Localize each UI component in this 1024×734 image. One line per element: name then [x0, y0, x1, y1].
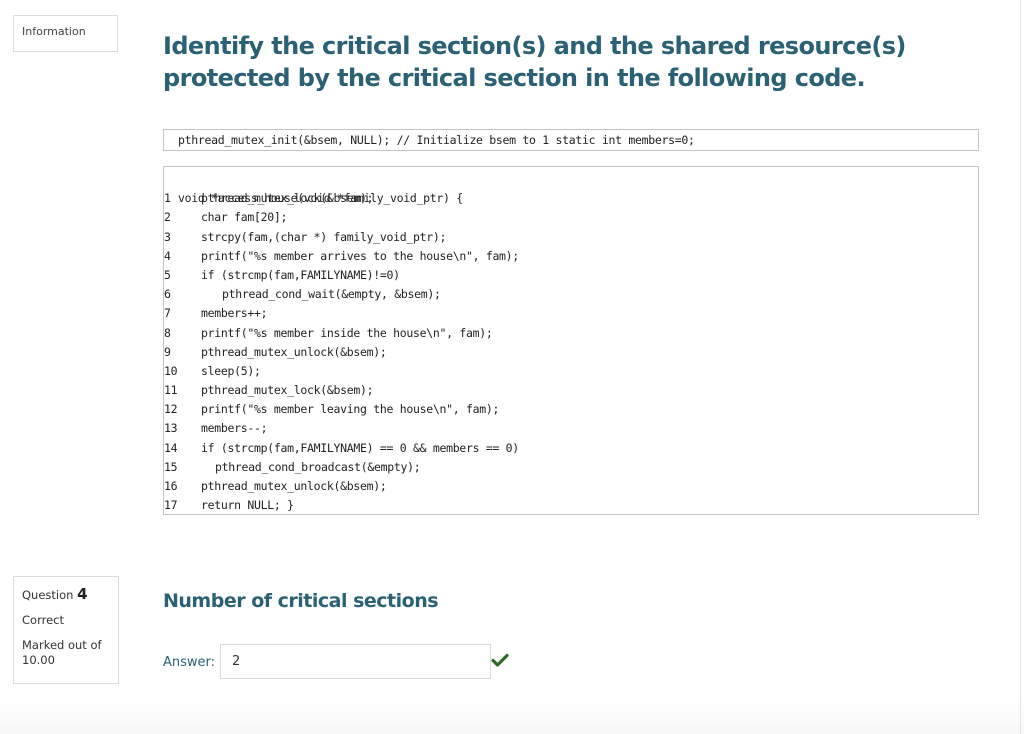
code-line: 11 pthread_mutex_lock(&bsem); — [164, 381, 978, 400]
line-number: 10 — [164, 363, 178, 378]
code-line: 12 printf("%s member leaving the house\n"… — [164, 400, 978, 419]
code-listing: void *access_house(void *family_void_ptr… — [163, 166, 979, 515]
code-header-row: void *access_house(void *family_void_ptr… — [164, 170, 978, 205]
line-number: 6 — [164, 287, 171, 302]
code-line: 8 printf("%s member inside the house\n", … — [164, 324, 978, 343]
line-number: 9 — [164, 344, 171, 359]
code-text: members--; — [201, 421, 268, 436]
check-icon — [491, 653, 509, 667]
code-line: 10 sleep(5); — [164, 362, 978, 381]
code-line: 1 pthread_mutex_lock(&bsem); — [164, 189, 978, 208]
code-text: pthread_mutex_unlock(&bsem); — [201, 344, 387, 359]
line-number: 12 — [164, 402, 178, 417]
code-text: strcpy(fam,(char *) family_void_ptr); — [201, 229, 447, 244]
code-text: if (strcmp(fam,FAMILYNAME) == 0 && membe… — [201, 440, 519, 455]
line-number: 13 — [164, 421, 178, 436]
code-text: pthread_cond_broadcast(&empty); — [215, 459, 421, 474]
line-number: 15 — [164, 459, 178, 474]
line-number: 7 — [164, 306, 171, 321]
page-edge — [1020, 0, 1021, 734]
code-line: 15 pthread_cond_broadcast(&empty); — [164, 458, 978, 477]
code-line: 14 if (strcmp(fam,FAMILYNAME) == 0 && mem… — [164, 439, 978, 458]
line-number: 16 — [164, 479, 178, 493]
information-label: Information — [22, 25, 86, 38]
code-line: 5 if (strcmp(fam,FAMILYNAME)!=0) — [164, 266, 978, 285]
answer-label: Answer: — [163, 655, 216, 670]
init-code-text: pthread_mutex_init(&bsem, NULL); // Init… — [178, 133, 695, 147]
code-line: 4 printf("%s member arrives to the house\… — [164, 247, 978, 266]
code-line: 2 char fam[20]; — [164, 208, 978, 227]
code-line: 16 pthread_mutex_unlock(&bsem); — [164, 477, 978, 496]
code-text: char fam[20]; — [201, 210, 288, 225]
line-number: 1 — [164, 191, 171, 206]
code-text: pthread_mutex_unlock(&bsem); — [201, 479, 387, 493]
code-text: return NULL; } — [201, 498, 294, 513]
line-number: 3 — [164, 229, 171, 244]
max-mark-value: 10.00 — [22, 653, 55, 667]
code-text: pthread_cond_wait(&empty, &bsem); — [222, 287, 441, 302]
code-text: printf("%s member arrives to the house\n… — [201, 248, 519, 263]
line-number: 11 — [164, 383, 178, 398]
information-box: Information — [13, 15, 118, 52]
question-label: Question — [22, 588, 74, 602]
line-number: 14 — [164, 440, 178, 455]
answer-value: 2 — [232, 654, 241, 669]
init-code-box: pthread_mutex_init(&bsem, NULL); // Init… — [163, 129, 979, 151]
code-line: 7 members++; — [164, 304, 978, 323]
code-line: 6 pthread_cond_wait(&empty, &bsem); — [164, 285, 978, 304]
line-number: 8 — [164, 325, 171, 340]
code-text: printf("%s member leaving the house\n", … — [201, 402, 500, 417]
code-text: printf("%s member inside the house\n", f… — [201, 325, 493, 340]
code-text: pthread_mutex_lock(&bsem); — [201, 191, 374, 206]
line-number: 17 — [164, 498, 178, 513]
code-line: 3 strcpy(fam,(char *) family_void_ptr); — [164, 228, 978, 247]
question-number: Question 4 — [22, 587, 118, 603]
question-status: Correct — [22, 613, 64, 627]
question-number-value: 4 — [77, 585, 88, 603]
marked-out-of-label: Marked out of — [22, 638, 102, 652]
code-line: 9 pthread_mutex_unlock(&bsem); — [164, 343, 978, 362]
code-line: 17 return NULL; } — [164, 496, 978, 515]
line-number: 5 — [164, 267, 171, 282]
question-prompt: Number of critical sections — [163, 590, 439, 612]
line-number: 4 — [164, 248, 171, 263]
code-text: pthread_mutex_lock(&bsem); — [201, 383, 374, 398]
question-mark: Marked out of 10.00 — [22, 638, 118, 668]
code-text: sleep(5); — [201, 363, 261, 378]
question-title: Identify the critical section(s) and the… — [163, 30, 963, 94]
code-line: 13 members--; — [164, 419, 978, 438]
question-title-line-1: Identify the critical section(s) and the… — [163, 32, 906, 60]
code-text: members++; — [201, 306, 268, 321]
question-title-line-2: protected by the critical section in the… — [163, 64, 866, 92]
answer-input[interactable]: 2 — [220, 644, 491, 679]
question-info-box: Question 4 Correct Marked out of 10.00 — [13, 576, 119, 684]
line-number: 2 — [164, 210, 171, 225]
code-text: if (strcmp(fam,FAMILYNAME)!=0) — [201, 267, 400, 282]
